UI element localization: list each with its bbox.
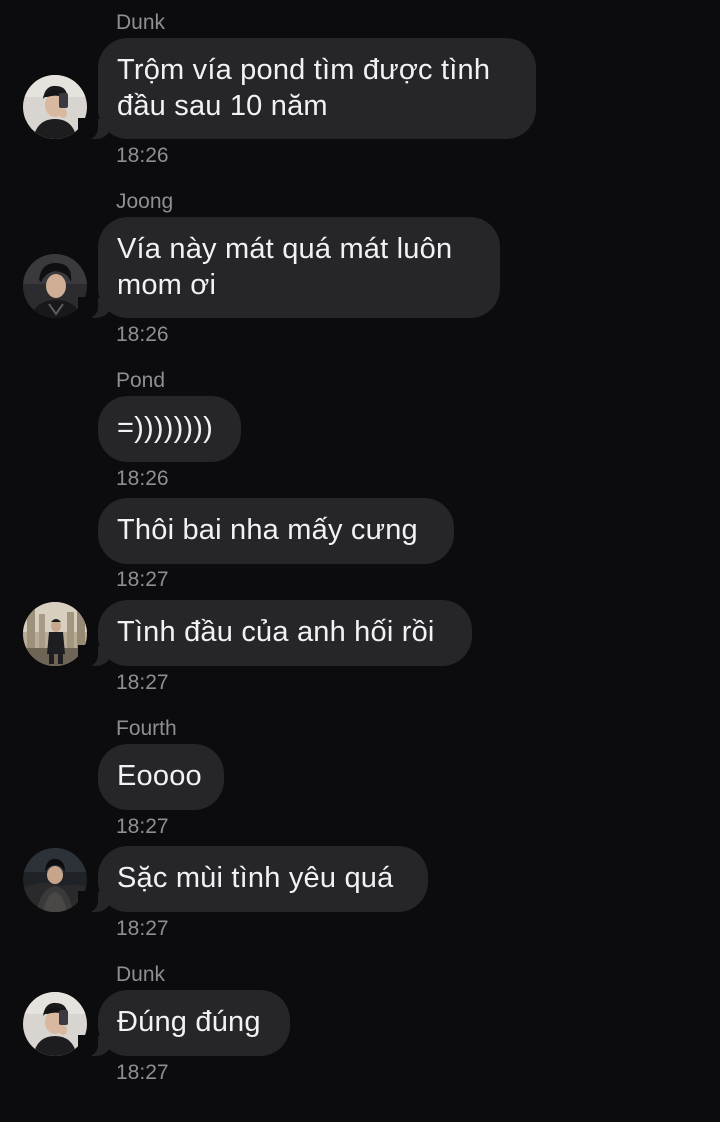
message-timestamp: 18:27 <box>116 568 169 591</box>
message-timestamp: 18:26 <box>116 144 169 167</box>
message-bubble[interactable]: Trộm vía pond tìm được tình đầu sau 10 n… <box>78 38 536 140</box>
message-bubble[interactable]: Tình đầu của anh hối rồi <box>78 600 472 667</box>
message-timestamp: 18:26 <box>116 467 169 490</box>
sender-name: Dunk <box>116 11 166 34</box>
message-timestamp: 18:27 <box>116 815 169 838</box>
sender-name: Joong <box>116 190 174 213</box>
message-timestamp: 18:26 <box>116 323 169 346</box>
message-bubble[interactable]: =)))))))) <box>98 396 241 462</box>
message-bubble[interactable]: Eoooo <box>98 744 224 810</box>
message-bubble[interactable]: Vía này mát quá mát luôn mom ơi <box>78 217 500 319</box>
message-bubble[interactable]: Sặc mùi tình yêu quá <box>78 846 428 913</box>
sender-name: Dunk <box>116 963 166 986</box>
chat-thread[interactable]: Dunk Trộm vía pond tìm được tình đầu sau… <box>0 0 720 1122</box>
message-timestamp: 18:27 <box>116 1061 169 1084</box>
message-bubble[interactable]: Đúng đúng <box>78 990 290 1057</box>
message-bubble[interactable]: Thôi bai nha mấy cưng <box>98 498 454 564</box>
message-timestamp: 18:27 <box>116 917 169 940</box>
sender-name: Fourth <box>116 717 177 740</box>
sender-name: Pond <box>116 369 166 392</box>
message-timestamp: 18:27 <box>116 671 169 694</box>
